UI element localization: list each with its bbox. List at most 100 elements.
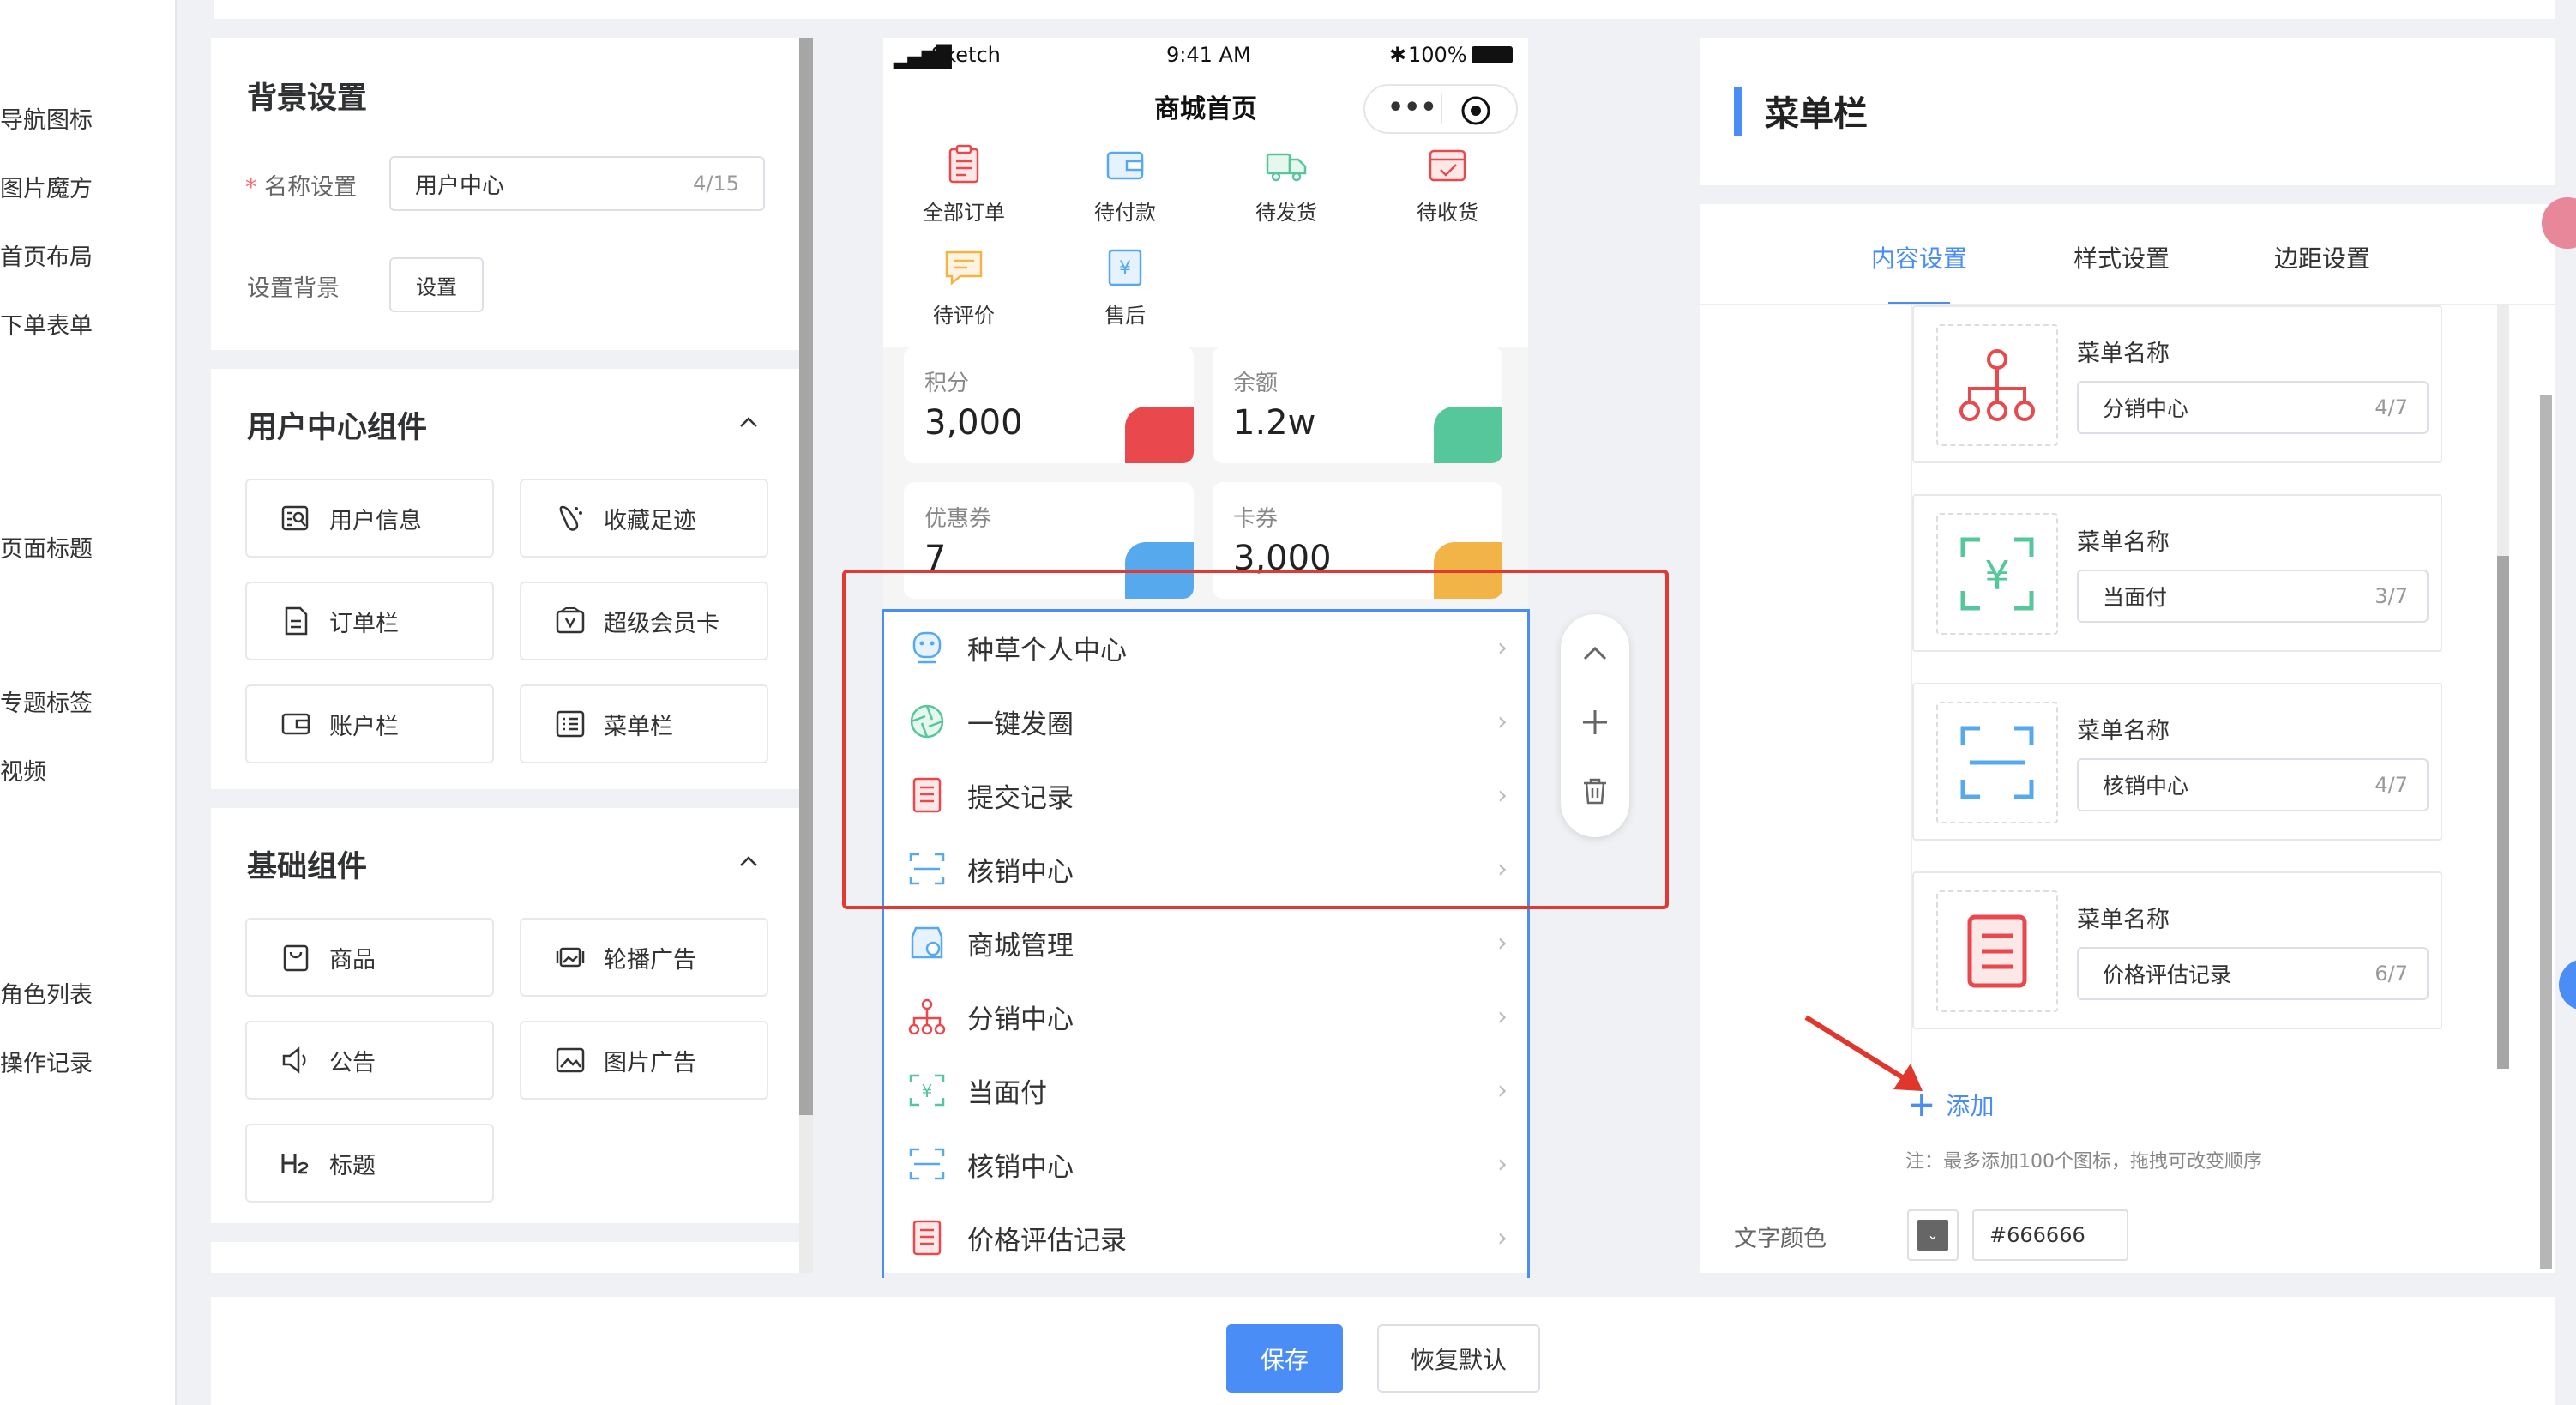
image-icon: [556, 1047, 585, 1073]
comp-product[interactable]: 商品: [245, 918, 494, 997]
order-label: 待收货: [1417, 201, 1478, 225]
set-bg-button[interactable]: 设置: [389, 257, 484, 312]
svg-text:¥: ¥: [1984, 552, 2009, 599]
floating-helper-icon[interactable]: [2559, 959, 2576, 1010]
more-dots-icon[interactable]: •••: [1387, 93, 1437, 123]
card-label: 优惠券: [924, 506, 992, 532]
reset-default-button[interactable]: 恢复默认: [1377, 1324, 1540, 1393]
top-strip: [214, 0, 2555, 19]
chevron-down-icon: ⌄: [1917, 1220, 1948, 1251]
menu-item-thumbnail[interactable]: [1936, 324, 2058, 446]
name-input-value: 用户中心: [415, 172, 505, 199]
comp-label: 图片广告: [604, 1049, 696, 1076]
chevron-up-icon[interactable]: [737, 412, 760, 434]
card-value: 3,000: [924, 403, 1023, 443]
move-up-icon[interactable]: [1580, 638, 1610, 669]
comp-label: 标题: [329, 1152, 376, 1179]
shopping-bag-icon: [283, 944, 309, 972]
menu-item-counter: 4/7: [2374, 395, 2408, 419]
add-icon[interactable]: [1580, 707, 1610, 738]
bg-settings-panel: 背景设置 * 名称设置 用户中心 4/15 设置背景 设置: [211, 38, 803, 350]
menu-item-value: 当面付: [2103, 585, 2168, 610]
order-label: 全部订单: [923, 201, 1005, 225]
capsule-menu[interactable]: •••: [1363, 84, 1518, 134]
menu-item-value: 核销中心: [2103, 774, 2189, 799]
menu-item-card[interactable]: 菜单名称 价格评估记录 6/7: [1912, 871, 2442, 1029]
color-swatch[interactable]: ⌄: [1907, 1209, 1959, 1261]
chevron-up-icon[interactable]: [737, 851, 760, 873]
comp-user-info[interactable]: 用户信息: [245, 479, 494, 558]
order-pending-receive[interactable]: 待收货: [1387, 142, 1508, 226]
add-label: 添加: [1946, 1092, 1995, 1120]
comp-menu-bar[interactable]: 菜单栏: [520, 684, 768, 763]
nav-item[interactable]: 图片魔方: [0, 170, 93, 203]
nav-item[interactable]: 页面标题: [0, 530, 93, 564]
menu-item-value: 分销中心: [2103, 396, 2189, 421]
comp-heading[interactable]: 标题: [245, 1124, 494, 1203]
comp-label: 超级会员卡: [604, 610, 719, 637]
menu-item-counter: 4/7: [2374, 773, 2408, 797]
bluetooth-icon: ✱: [1389, 43, 1407, 67]
order-pending-ship[interactable]: 待发货: [1226, 142, 1346, 226]
order-pending-pay[interactable]: 待付款: [1065, 142, 1185, 226]
tab-style-settings[interactable]: 样式设置: [2073, 240, 2170, 274]
order-all[interactable]: 全部订单: [904, 142, 1024, 226]
piggy-bank-icon: [1434, 407, 1502, 463]
comp-account[interactable]: 账户栏: [245, 684, 494, 763]
highlight-annotation-box: [842, 570, 1669, 909]
menu-item-thumbnail[interactable]: ¥: [1936, 513, 2058, 635]
order-pending-review[interactable]: 待评价: [904, 245, 1024, 329]
comp-label: 商品: [329, 946, 376, 974]
left-scrollbar-thumb[interactable]: [799, 38, 813, 1115]
comp-label: 账户栏: [329, 713, 399, 740]
right-content-panel: 内容设置 样式设置 边距设置 菜单名称 分销中心 4/7 ¥ 菜单名称 当面付 3/…: [1700, 204, 2555, 1273]
menu-item-name-input[interactable]: 核销中心 4/7: [2077, 758, 2429, 811]
comp-image-ad[interactable]: 图片广告: [520, 1021, 768, 1100]
nav-item[interactable]: 专题标签: [0, 684, 93, 718]
svg-text:¥: ¥: [1119, 258, 1131, 280]
items-scrollbar-thumb[interactable]: [2497, 556, 2509, 1069]
nav-item[interactable]: 角色列表: [0, 976, 93, 1010]
comp-vip-card[interactable]: 超级会员卡: [520, 582, 768, 660]
menu-item-label: 菜单名称: [2077, 907, 2170, 933]
nav-item[interactable]: 操作记录: [0, 1045, 93, 1078]
order-after-sale[interactable]: ¥ 售后: [1065, 245, 1185, 329]
menu-item-card[interactable]: 菜单名称 分销中心 4/7: [1912, 305, 2442, 463]
menu-item-name-input[interactable]: 当面付 3/7: [2077, 570, 2429, 623]
card-balance[interactable]: 余额 1.2w: [1213, 347, 1502, 463]
footprint-icon: [559, 505, 582, 531]
nav-item[interactable]: 首页布局: [0, 238, 93, 272]
right-panel-title: 菜单栏: [1765, 94, 1868, 134]
tab-margin-settings[interactable]: 边距设置: [2274, 240, 2370, 274]
menu-item-name-input[interactable]: 价格评估记录 6/7: [2077, 947, 2429, 1000]
card-points[interactable]: 积分 3,000: [904, 347, 1194, 463]
footer-bar: 保存 恢复默认: [211, 1297, 2555, 1405]
menu-item-value: 价格评估记录: [2103, 962, 2232, 987]
comp-notice[interactable]: 公告: [245, 1021, 494, 1100]
list-icon: [556, 710, 585, 738]
comp-favorites[interactable]: 收藏足迹: [520, 479, 768, 558]
nav-item[interactable]: 导航图标: [0, 101, 93, 135]
basic-components-title: 基础组件: [247, 850, 368, 884]
menu-item-card[interactable]: ¥ 菜单名称 当面付 3/7: [1912, 494, 2442, 652]
distribution-tree-icon: [1959, 349, 2035, 421]
name-input[interactable]: 用户中心 4/15: [389, 156, 765, 211]
nav-item[interactable]: 下单表单: [0, 307, 93, 341]
menu-item-label: 菜单名称: [2077, 529, 2170, 556]
nav-item[interactable]: 视频: [0, 753, 46, 787]
menu-item-name-input[interactable]: 分销中心 4/7: [2077, 381, 2429, 434]
save-button[interactable]: 保存: [1226, 1324, 1343, 1393]
comp-orders[interactable]: 订单栏: [245, 582, 494, 660]
user-components-panel: 用户中心组件 用户信息 收藏足迹 订单栏 超级会员卡 账户栏 菜单栏: [211, 369, 803, 789]
add-note: 注：最多添加100个图标，拖拽可改变顺序: [1905, 1151, 2262, 1173]
page-scrollbar-thumb[interactable]: [2540, 395, 2552, 1269]
menu-item-thumbnail[interactable]: [1936, 702, 2058, 823]
comp-carousel[interactable]: 轮播广告: [520, 918, 768, 997]
menu-item-thumbnail[interactable]: [1936, 890, 2058, 1012]
close-target-icon[interactable]: [1460, 94, 1492, 127]
menu-item-card[interactable]: 菜单名称 核销中心 4/7: [1912, 683, 2442, 841]
delete-icon[interactable]: [1580, 775, 1610, 806]
tab-content-settings[interactable]: 内容设置: [1871, 240, 1967, 274]
text-color-input[interactable]: #666666: [1972, 1209, 2128, 1261]
right-header-panel: 菜单栏: [1700, 38, 2555, 185]
